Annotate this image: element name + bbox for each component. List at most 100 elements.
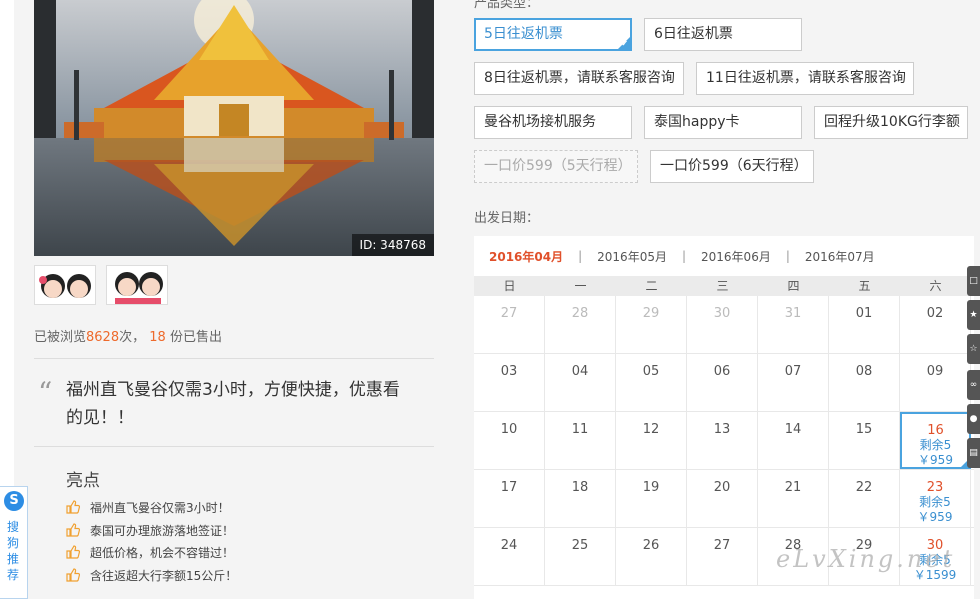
day-number: 27	[500, 306, 518, 321]
day-number: 28	[571, 306, 589, 321]
calendar-day: 14	[758, 412, 829, 469]
calendar-day: 04	[545, 354, 616, 411]
day-number: 24	[500, 538, 518, 553]
day-number: 31	[784, 306, 802, 321]
calendar-day: 03	[474, 354, 545, 411]
highlight-item: 福州直飞曼谷仅需3小时！	[66, 500, 237, 523]
weekday-label: 四	[787, 279, 800, 293]
booking-panel: 产品类型： 5日往返机票 ✔ 6日往返机票 8日往返机票，请联系客服咨询 11日…	[474, 0, 980, 599]
share-icon[interactable]: □	[967, 266, 980, 296]
weekday-label: 日	[503, 279, 516, 293]
sogou-recommend-widget[interactable]: S 搜狗推荐	[0, 486, 28, 599]
option-label: 回程升级10KG行李额	[824, 114, 960, 130]
calendar-day: 07	[758, 354, 829, 411]
calendar-week-row: 10 11 12 13 14 15 16 剩余5 ￥959	[474, 412, 974, 470]
view-sold-stats: 已被浏览8628次， 18 份已售出	[34, 326, 222, 345]
calendar-grid: 27 28 29 30 31 01 02 03 04 05 06 07 08 09 10 11 12 13 14 15…	[474, 296, 974, 586]
highlight-item: 超低价格，机会不容错过！	[66, 545, 237, 568]
chat-icon[interactable]: ●	[967, 404, 980, 434]
day-number: 26	[642, 538, 660, 553]
calendar-day-available[interactable]: 23 剩余5 ￥959	[900, 470, 971, 527]
option-label: 8日往返机票，请联系客服咨询	[484, 70, 675, 86]
thumbs-up-icon	[66, 500, 80, 514]
option-11day-roundtrip[interactable]: 11日往返机票，请联系客服咨询	[696, 62, 914, 95]
view-count: 8628	[86, 330, 120, 345]
link-icon[interactable]: ∞	[967, 370, 980, 400]
day-number: 08	[855, 364, 873, 379]
product-type-label: 产品类型：	[474, 0, 540, 11]
calendar-day: 12	[616, 412, 687, 469]
calendar-day: 22	[829, 470, 900, 527]
calendar-week-row: 27 28 29 30 31 01 02	[474, 296, 974, 354]
day-number: 18	[571, 480, 589, 495]
day-number: 14	[784, 422, 802, 437]
highlight-text: 含往返超大行李额15公斤！	[90, 568, 238, 583]
day-number: 21	[784, 480, 802, 495]
month-tabs: 2016年04月 | 2016年05月 | 2016年06月 | 2016年07…	[474, 236, 974, 276]
day-number: 07	[784, 364, 802, 379]
document-icon[interactable]: ▤	[967, 438, 980, 468]
calendar-day: 09	[900, 354, 971, 411]
day-number: 11	[571, 422, 589, 437]
option-8day-roundtrip[interactable]: 8日往返机票，请联系客服咨询	[474, 62, 684, 95]
calendar-day: 08	[829, 354, 900, 411]
calendar-day: 19	[616, 470, 687, 527]
weekday-label: 六	[929, 279, 942, 293]
tab-month-2016-07[interactable]: 2016年07月	[790, 248, 890, 265]
option-fixed-price-5day[interactable]: 一口价599（5天行程）	[474, 150, 638, 183]
collect-icon[interactable]: ☆	[967, 334, 980, 364]
calendar-day: 02	[900, 296, 971, 353]
calendar-week-row: 03 04 05 06 07 08 09	[474, 354, 974, 412]
side-toolbar: □ ★ ☆ ∞ ● ▤	[967, 266, 980, 472]
weekday-label: 一	[574, 279, 587, 293]
option-airport-pickup[interactable]: 曼谷机场接机服务	[474, 106, 632, 139]
day-price: ￥959	[917, 510, 953, 524]
option-5day-roundtrip[interactable]: 5日往返机票 ✔	[474, 18, 632, 51]
calendar-day-available[interactable]: 16 剩余5 ￥959	[900, 412, 971, 469]
calendar-day: 28	[545, 296, 616, 353]
day-number: 20	[713, 480, 731, 495]
option-6day-roundtrip[interactable]: 6日往返机票	[644, 18, 802, 51]
site-watermark: eLvXing.net	[776, 545, 956, 573]
highlight-text: 福州直飞曼谷仅需3小时！	[90, 501, 230, 515]
quote-mark-icon: “	[38, 376, 53, 409]
calendar-day: 25	[545, 528, 616, 585]
calendar-day: 10	[474, 412, 545, 469]
calendar-day: 30	[687, 296, 758, 353]
day-number: 19	[642, 480, 660, 495]
option-label: 一口价599（5天行程）	[484, 158, 632, 174]
stats-views-suffix: 次，	[119, 330, 146, 345]
option-baggage-upgrade[interactable]: 回程升级10KG行李额	[814, 106, 968, 139]
day-number: 02	[926, 306, 944, 321]
weekday-label: 三	[716, 279, 729, 293]
calendar-week-row: 17 18 19 20 21 22 23 剩余5 ￥959	[474, 470, 974, 528]
tab-month-2016-05[interactable]: 2016年05月	[582, 248, 682, 265]
product-photo[interactable]: ID: 348768	[34, 0, 434, 256]
calendar-day: 05	[616, 354, 687, 411]
day-number: 05	[642, 364, 660, 379]
tab-month-2016-04[interactable]: 2016年04月	[474, 248, 578, 265]
tab-month-2016-06[interactable]: 2016年06月	[686, 248, 786, 265]
thumbs-up-icon	[66, 567, 80, 582]
calendar-day: 21	[758, 470, 829, 527]
option-label: 一口价599（6天行程）	[660, 158, 808, 174]
divider	[34, 446, 434, 447]
highlights-title: 亮点	[66, 471, 100, 491]
day-number: 17	[500, 480, 518, 495]
highlight-item: 泰国可办理旅游落地签证！	[66, 522, 237, 546]
highlights-list: 福州直飞曼谷仅需3小时！ 泰国可办理旅游落地签证！ 超低价格，机会不容错过！ 含往返超…	[66, 500, 237, 590]
option-happy-card[interactable]: 泰国happy卡	[644, 106, 802, 139]
photo-id-label: ID: 348768	[351, 234, 434, 256]
divider	[34, 358, 434, 359]
day-number: 30	[713, 306, 731, 321]
sogou-recommend-label: 搜狗推荐	[7, 520, 20, 582]
thumbnail-2[interactable]	[106, 265, 168, 305]
favorite-icon[interactable]: ★	[967, 300, 980, 330]
check-icon: ✔	[621, 39, 628, 48]
thumbs-up-icon	[66, 545, 80, 559]
option-fixed-price-6day[interactable]: 一口价599（6天行程）	[650, 150, 814, 183]
remaining-seats: 剩余5	[919, 438, 952, 452]
thumbnail-1[interactable]	[34, 265, 96, 305]
day-number: 03	[500, 364, 518, 379]
highlight-text: 泰国可办理旅游落地签证！	[90, 523, 235, 538]
